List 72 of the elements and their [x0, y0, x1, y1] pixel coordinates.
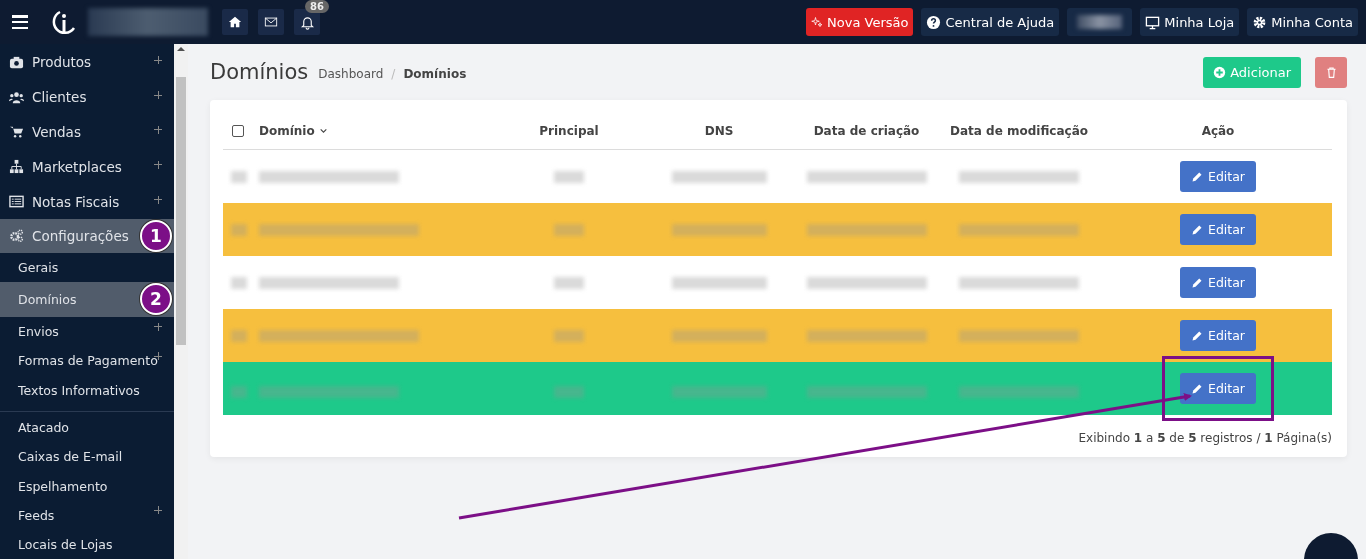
- column-header: Data de criação: [812, 123, 921, 138]
- bell-icon: [299, 14, 315, 30]
- breadcrumb-current: Domínios: [403, 67, 467, 81]
- sitemap-icon: [9, 159, 24, 175]
- edit-button[interactable]: Editar: [1180, 161, 1256, 192]
- sparkle-icon: [811, 16, 824, 28]
- sidebar-subitem[interactable]: Domínios 2: [0, 281, 174, 318]
- gears-icon: [9, 228, 24, 244]
- home-icon: [228, 15, 242, 29]
- redacted-text: [554, 170, 584, 183]
- home-button[interactable]: [222, 9, 248, 35]
- pencil-icon: [1191, 170, 1203, 183]
- scrollbar[interactable]: [174, 44, 188, 559]
- column-header: Data de modificação: [949, 123, 1089, 138]
- redacted-text: [554, 276, 584, 289]
- messages-button[interactable]: [258, 9, 284, 35]
- breadcrumb-separator: /: [391, 67, 396, 81]
- sidebar-subitem[interactable]: Gerais: [0, 252, 174, 282]
- my-account-button[interactable]: Minha Conta: [1247, 8, 1358, 36]
- edit-button[interactable]: Editar: [1180, 320, 1256, 351]
- column-header[interactable]: Domínio: [259, 123, 499, 138]
- redacted-text: [554, 385, 584, 398]
- sidebar-subitem[interactable]: Caixas de E-mail: [0, 442, 174, 472]
- monitor-icon: [1145, 14, 1161, 30]
- notification-count: 86: [305, 0, 329, 13]
- sidebar-subitem[interactable]: Formas de Pagamento: [0, 346, 174, 376]
- trash-icon: [1324, 65, 1338, 79]
- pencil-icon: [1191, 329, 1203, 342]
- plus-circle-icon: [1213, 65, 1227, 79]
- breadcrumb-link[interactable]: Dashboard: [318, 67, 384, 81]
- notifications-button[interactable]: [294, 9, 320, 35]
- users-icon: [9, 89, 24, 105]
- select-all-checkbox[interactable]: [232, 124, 244, 137]
- sidebar-subitem[interactable]: Feeds: [0, 500, 174, 530]
- edit-button[interactable]: Editar: [1180, 373, 1256, 404]
- redacted-text: [554, 223, 584, 236]
- gear-icon: [1252, 14, 1268, 30]
- pencil-icon: [1191, 382, 1203, 395]
- cart-icon: [9, 124, 24, 140]
- redacted-text: [554, 329, 584, 342]
- camera-icon: [9, 54, 24, 70]
- help-center-button[interactable]: Central de Ajuda: [921, 8, 1060, 36]
- sidebar-subitem[interactable]: Textos Informativos: [0, 375, 174, 405]
- page-title: Domínios: [210, 60, 309, 84]
- column-header: Ação: [1200, 123, 1236, 138]
- edit-button[interactable]: Editar: [1180, 267, 1256, 298]
- step-marker: 1: [140, 219, 172, 252]
- chevron-down-icon: [318, 126, 328, 135]
- pencil-icon: [1191, 223, 1203, 236]
- sidebar-item[interactable]: Clientes: [0, 79, 174, 115]
- sidebar-subitem[interactable]: Locais de Lojas: [0, 529, 174, 559]
- step-marker: 2: [140, 283, 172, 316]
- question-icon: [926, 14, 942, 30]
- sidebar-item[interactable]: Marketplaces: [0, 149, 174, 185]
- new-version-button[interactable]: Nova Versão: [806, 8, 914, 36]
- sidebar-item[interactable]: Notas Fiscais: [0, 184, 174, 219]
- redacted-button[interactable]: [1067, 8, 1133, 36]
- sidebar-item[interactable]: Produtos: [0, 45, 174, 80]
- my-store-button[interactable]: Minha Loja: [1140, 8, 1240, 36]
- pagination-info: Exibindo 1 a 5 de 5 registros / 1 Página(s): [1077, 431, 1332, 445]
- envelope-icon: [264, 15, 278, 29]
- column-header: Principal: [538, 123, 600, 138]
- sidebar-subitem[interactable]: Envios: [0, 317, 174, 347]
- list-icon: [9, 194, 24, 209]
- sidebar-item[interactable]: Vendas: [0, 114, 174, 150]
- column-header: DNS: [703, 123, 735, 138]
- logo-icon: [50, 8, 78, 36]
- sidebar-subitem[interactable]: Espelhamento: [0, 471, 174, 501]
- menu-icon[interactable]: [12, 15, 28, 29]
- pencil-icon: [1191, 276, 1203, 289]
- edit-button[interactable]: Editar: [1180, 214, 1256, 245]
- sidebar-item[interactable]: Configurações 1: [0, 218, 174, 253]
